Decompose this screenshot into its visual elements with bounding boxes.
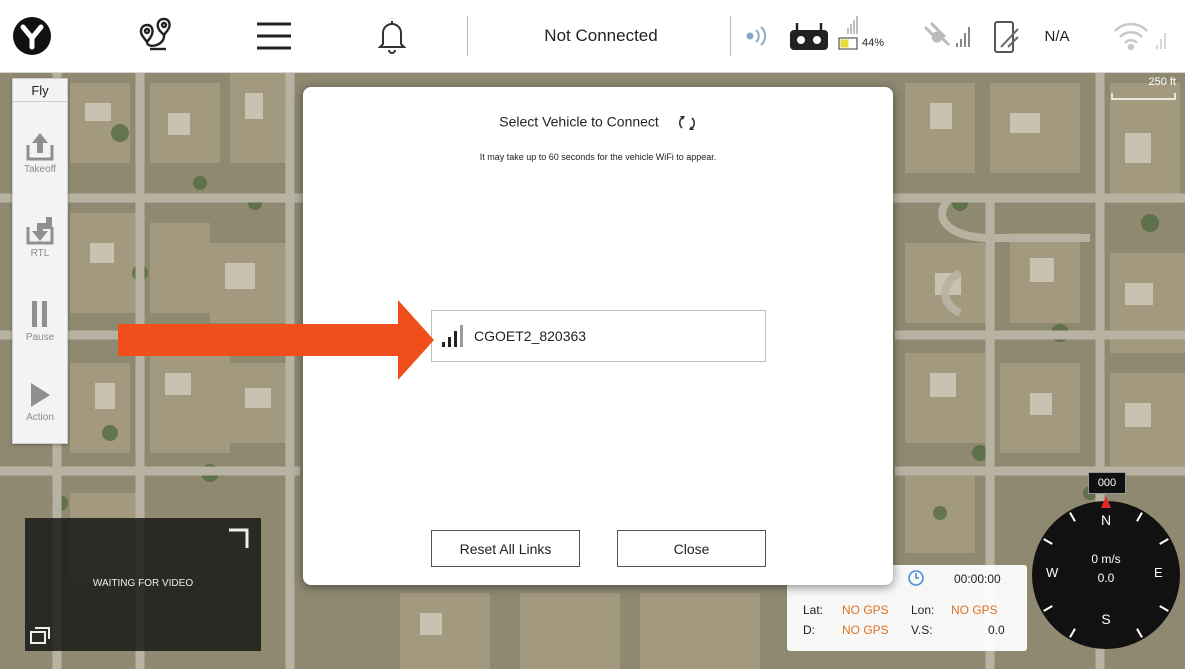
flight-time: 00:00:00 xyxy=(954,572,1001,586)
compass-widget: 000 N S E W 0 m/s 0.0 xyxy=(1030,472,1180,651)
fly-toolstrip: Fly Takeoff RTL Pause Action xyxy=(12,78,68,444)
vehicle-name: CGOET2_820363 xyxy=(474,328,587,344)
takeoff-label: Takeoff xyxy=(23,164,57,175)
lon-label: Lon: xyxy=(911,603,935,617)
highlight-arrow xyxy=(118,300,434,380)
battery-percent: 44% xyxy=(862,37,885,49)
lat-value: NO GPS xyxy=(842,603,889,617)
heading-readout: 000 xyxy=(1088,472,1126,494)
action-label: Action xyxy=(26,412,54,423)
pause-button[interactable]: Pause xyxy=(13,299,67,343)
dialog-subtitle: It may take up to 60 seconds for the veh… xyxy=(479,152,717,162)
action-button[interactable]: Action xyxy=(13,381,67,423)
expand-video-icon[interactable] xyxy=(227,528,249,550)
battery-indicator: 44% xyxy=(838,16,904,56)
return-home-icon xyxy=(26,217,54,245)
vertical-speed-value: 0.0 xyxy=(988,623,1005,637)
signal-wave-icon xyxy=(742,24,772,48)
compass-west: W xyxy=(1046,565,1059,580)
menu-icon[interactable] xyxy=(254,18,294,54)
remote-controller-icon xyxy=(786,20,832,52)
distance-value: NO GPS xyxy=(842,623,889,637)
lat-label: Lat: xyxy=(803,603,824,617)
divider xyxy=(467,16,468,56)
app-logo-icon[interactable] xyxy=(10,14,54,58)
video-preview[interactable]: WAITING FOR VIDEO xyxy=(25,518,261,651)
dialog-title: Select Vehicle to Connect xyxy=(303,113,893,133)
connection-status: Not Connected xyxy=(544,26,658,45)
pause-label: Pause xyxy=(25,332,55,343)
switch-view-icon[interactable] xyxy=(29,625,51,645)
link-status-value: N/A xyxy=(1044,27,1070,45)
takeoff-icon xyxy=(26,133,54,161)
lon-value: NO GPS xyxy=(951,603,998,617)
wifi-icon xyxy=(1110,18,1174,54)
gps-satellite-icon xyxy=(918,18,980,54)
ground-speed: 0 m/s xyxy=(1091,552,1121,566)
video-status: WAITING FOR VIDEO xyxy=(92,578,194,589)
close-button[interactable]: Close xyxy=(617,530,766,567)
signal-strength-icon xyxy=(442,325,463,347)
compass-north: N xyxy=(1100,512,1112,528)
altitude: 0.0 xyxy=(1097,571,1115,585)
divider xyxy=(730,16,731,56)
takeoff-button[interactable]: Takeoff xyxy=(13,131,67,175)
play-icon xyxy=(31,383,50,407)
phone-link-icon xyxy=(990,18,1024,56)
compass-east: E xyxy=(1154,565,1163,580)
compass-south: S xyxy=(1101,611,1111,627)
bell-icon[interactable] xyxy=(372,16,412,56)
clock-icon xyxy=(908,570,924,586)
battery-icon xyxy=(838,16,858,50)
rtl-button[interactable]: RTL xyxy=(13,215,67,259)
map-scale-label: 250 ft xyxy=(1148,76,1176,88)
vehicle-list-item[interactable]: CGOET2_820363 xyxy=(431,310,766,362)
pause-icon xyxy=(32,301,47,327)
plan-route-icon[interactable] xyxy=(133,16,177,56)
refresh-icon[interactable] xyxy=(677,113,697,133)
vertical-speed-label: V.S: xyxy=(911,623,933,637)
rtl-label: RTL xyxy=(30,248,50,259)
top-toolbar: Not Connected 44% N/A xyxy=(0,0,1185,73)
fly-mode-label[interactable]: Fly xyxy=(13,79,67,102)
reset-all-links-button[interactable]: Reset All Links xyxy=(431,530,580,567)
distance-label: D: xyxy=(803,623,815,637)
dialog-title-text: Select Vehicle to Connect xyxy=(499,113,659,130)
